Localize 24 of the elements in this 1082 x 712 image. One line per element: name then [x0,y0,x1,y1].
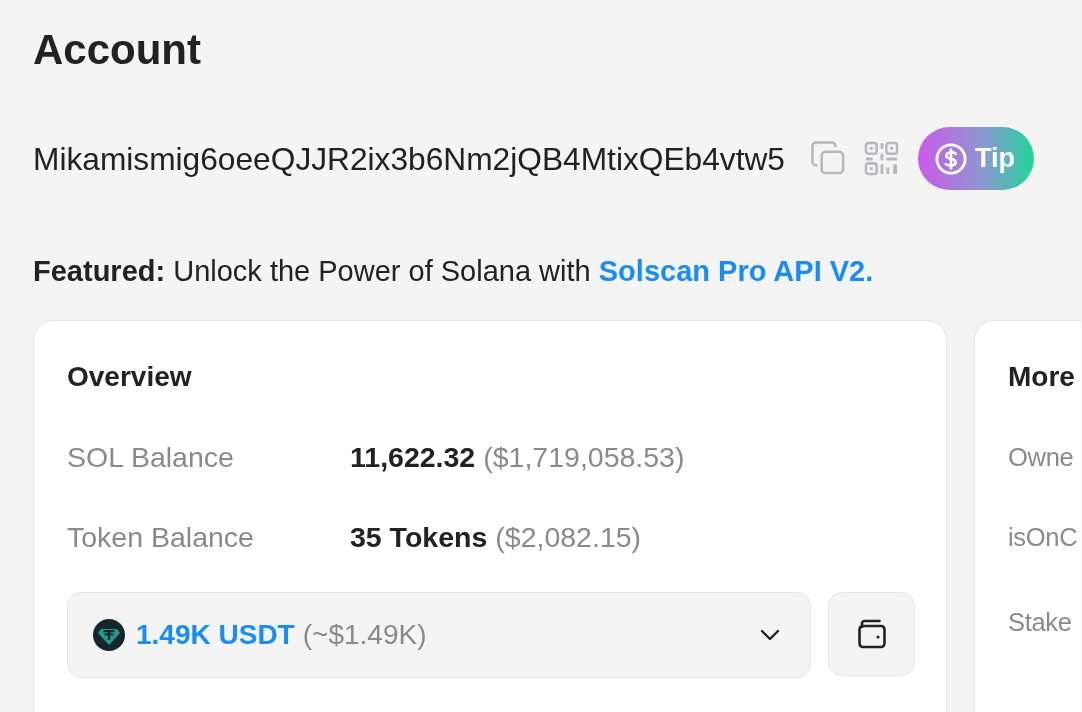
token-dropdown[interactable]: 1.49K USDT (~$1.49K) [67,592,811,678]
featured-link[interactable]: Solscan Pro API V2. [598,255,874,287]
wallet-icon [856,619,887,649]
field-label: isOnC [1008,522,1078,552]
account-address: Mikamismig6oeeQJJR2ix3b6Nm2jQB4MtixQEb4vtw5 [33,139,785,178]
field-label: Token Balance [67,520,255,554]
token-icon [93,619,125,651]
card-title: More [1008,360,1075,394]
tip-button[interactable]: Tip [917,127,1034,190]
qr-code-icon[interactable] [863,141,899,176]
balance-value: 35 Tokens [350,520,488,554]
balance-usd: ($1,719,058.53) [483,440,685,474]
field-label: Stake [1008,607,1072,637]
balance-usd: ($2,082.15) [495,520,642,554]
field-label: SOL Balance [67,440,235,474]
balance-value: 11,622.32 [350,440,476,474]
field-label: Owne [1008,442,1074,472]
dollar-coin-icon [934,142,967,175]
featured-announcement: Featured: Unlock the Power of Solana with Solscan Pro API V2. [33,254,874,288]
page-title: Account [33,26,201,74]
card-title: Overview [67,360,192,394]
copy-icon[interactable] [810,141,846,176]
chevron-down-icon [760,629,780,641]
wallet-button[interactable] [828,592,915,676]
